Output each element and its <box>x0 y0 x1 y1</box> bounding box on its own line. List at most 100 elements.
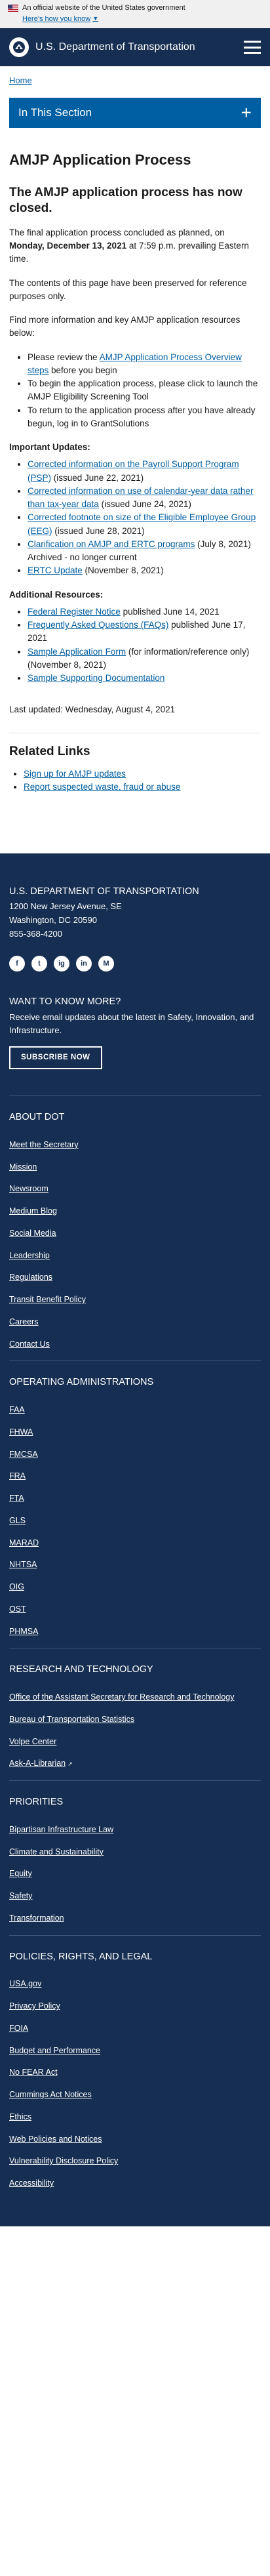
site-brand-link[interactable]: U.S. Department of Transportation <box>9 37 195 57</box>
footer-link[interactable]: Contact Us <box>9 1339 50 1349</box>
update-link[interactable]: Clarification on AMJP and ERTC programs <box>28 539 195 549</box>
closed-heading: The AMJP application process has now clo… <box>9 185 242 216</box>
update-note: (November 8, 2021) <box>82 565 164 576</box>
update-note: (issued June 22, 2021) <box>51 472 144 483</box>
footer-link[interactable]: USA.gov <box>9 1979 41 1988</box>
dot-seal-icon <box>9 37 29 57</box>
footer-section-title: OPERATING ADMINISTRATIONS <box>9 1377 154 1388</box>
list-item: Corrected footnote on size of the Eligib… <box>28 511 261 538</box>
footer-link[interactable]: Accessibility <box>9 2178 54 2188</box>
social-links: f t ig in M <box>9 955 261 971</box>
main-content: AMJP Application Process The AMJP applic… <box>0 128 270 794</box>
page-title: AMJP Application Process <box>9 151 191 168</box>
list-item: Federal Register Notice published June 1… <box>28 605 261 619</box>
twitter-icon[interactable]: t <box>31 955 47 971</box>
footer-link[interactable]: Mission <box>9 1162 37 1172</box>
footer-link[interactable]: Budget and Performance <box>9 2046 100 2055</box>
list-item: Sign up for AMJP updates <box>24 767 261 781</box>
footer-section-title: POLICIES, RIGHTS, AND LEGAL <box>9 1951 153 1962</box>
footer-link[interactable]: Newsroom <box>9 1184 48 1193</box>
footer-dept-name: U.S. DEPARTMENT OF TRANSPORTATION <box>9 886 199 897</box>
footer-link[interactable]: Leadership <box>9 1251 50 1260</box>
footer-link[interactable]: Medium Blog <box>9 1206 57 1216</box>
footer-link[interactable]: Privacy Policy <box>9 2001 60 2011</box>
footer-link[interactable]: Ask-A-Librarian <box>9 1759 66 1768</box>
resource-link[interactable]: Federal Register Notice <box>28 607 121 617</box>
instagram-icon[interactable]: ig <box>54 955 69 971</box>
report-fraud-link[interactable]: Report suspected waste, fraud or abuse <box>24 782 180 792</box>
list-item: Sample Application Form (for information… <box>28 645 261 672</box>
footer-link[interactable]: OST <box>9 1605 26 1614</box>
footer-link[interactable]: Cummings Act Notices <box>9 2090 92 2099</box>
list-item: Sample Supporting Documentation <box>28 672 261 685</box>
bullet-text: before you begin <box>48 365 117 375</box>
update-note: (issued June 24, 2021) <box>98 499 191 510</box>
list-item: Corrected information on the Payroll Sup… <box>28 458 261 485</box>
footer-link[interactable]: Climate and Sustainability <box>9 1847 104 1856</box>
updates-list: Corrected information on the Payroll Sup… <box>28 458 261 577</box>
footer-section-title: RESEARCH AND TECHNOLOGY <box>9 1664 153 1675</box>
address-line: Washington, DC 20590 <box>9 915 97 926</box>
footer-link[interactable]: Social Media <box>9 1229 56 1238</box>
footer-link[interactable]: FHWA <box>9 1427 33 1437</box>
facebook-icon[interactable]: f <box>9 955 25 971</box>
intro-text-start: The final application process concluded … <box>9 227 225 237</box>
footer-link[interactable]: NHTSA <box>9 1560 37 1569</box>
footer-link[interactable]: FMCSA <box>9 1450 38 1459</box>
footer-link[interactable]: Transit Benefit Policy <box>9 1295 86 1304</box>
footer-section-research: RESEARCH AND TECHNOLOGY Office of the As… <box>9 1648 261 1770</box>
footer-link[interactable]: OIG <box>9 1582 24 1591</box>
resource-link[interactable]: Sample Application Form <box>28 647 126 657</box>
related-links-list: Sign up for AMJP updates Report suspecte… <box>24 767 261 794</box>
in-this-section-toggle[interactable]: In This Section + <box>9 97 261 128</box>
footer-link[interactable]: FRA <box>9 1471 26 1481</box>
footer-link[interactable]: Regulations <box>9 1273 52 1282</box>
footer-link[interactable]: Bipartisan Infrastructure Law <box>9 1825 113 1834</box>
update-link[interactable]: ERTC Update <box>28 565 83 575</box>
footer-link[interactable]: Vulnerability Disclosure Policy <box>9 2156 118 2165</box>
footer-section-priorities: PRIORITIES Bipartisan Infrastructure Law… <box>9 1780 261 1925</box>
list-item: ERTC Update (November 8, 2021) <box>28 564 261 577</box>
phone-number: 855-368-4200 <box>9 928 62 939</box>
footer-link[interactable]: Careers <box>9 1317 38 1326</box>
footer-link[interactable]: Ethics <box>9 2112 31 2121</box>
plus-icon: + <box>241 102 252 123</box>
resource-link[interactable]: Frequently Asked Questions (FAQs) <box>28 620 168 630</box>
list-item: To begin the application process, please… <box>28 377 261 404</box>
linkedin-icon[interactable]: in <box>76 955 92 971</box>
list-item: Frequently Asked Questions (FAQs) publis… <box>28 619 261 645</box>
footer-link[interactable]: Meet the Secretary <box>9 1140 79 1149</box>
resources-list: Federal Register Notice published June 1… <box>28 605 261 685</box>
how-you-know-link[interactable]: Here's how you know ▼ <box>22 14 98 25</box>
want-to-know-text: Receive email updates about the latest i… <box>9 1012 254 1035</box>
footer-link[interactable]: Volpe Center <box>9 1737 56 1746</box>
footer-link[interactable]: Office of the Assistant Secretary for Re… <box>9 1692 234 1702</box>
footer-link[interactable]: Safety <box>9 1891 32 1900</box>
intro-date: Monday, December 13, 2021 <box>9 241 127 251</box>
additional-resources-heading: Additional Resources: <box>9 589 104 600</box>
footer-link[interactable]: Web Policies and Notices <box>9 2135 102 2144</box>
menu-icon[interactable] <box>244 41 261 54</box>
official-website-text: An official website of the United States… <box>22 4 185 12</box>
footer-link[interactable]: Transformation <box>9 1913 64 1923</box>
external-link-icon: ↗ <box>68 1761 73 1768</box>
subscribe-button[interactable]: SUBSCRIBE NOW <box>9 1046 102 1070</box>
footer-link[interactable]: Bureau of Transportation Statistics <box>9 1715 134 1724</box>
find-more-paragraph: Find more information and key AMJP appli… <box>9 315 241 338</box>
footer-link[interactable]: FAA <box>9 1405 25 1414</box>
footer-link[interactable]: FTA <box>9 1494 24 1503</box>
sign-up-updates-link[interactable]: Sign up for AMJP updates <box>24 769 126 779</box>
footer-link[interactable]: PHMSA <box>9 1627 38 1636</box>
footer-link[interactable]: GLS <box>9 1516 26 1525</box>
resource-link[interactable]: Sample Supporting Documentation <box>28 673 164 683</box>
footer-link[interactable]: No FEAR Act <box>9 2068 58 2077</box>
footer-link[interactable]: MARAD <box>9 1538 39 1547</box>
footer-link[interactable]: Equity <box>9 1869 32 1878</box>
us-flag-icon <box>8 4 18 12</box>
bullet-text: Please review the <box>28 352 100 362</box>
related-links-heading: Related Links <box>9 744 90 758</box>
breadcrumb-home-link[interactable]: Home <box>9 75 32 85</box>
footer-link[interactable]: FOIA <box>9 2024 28 2033</box>
medium-icon[interactable]: M <box>98 955 114 971</box>
last-updated: Last updated: Wednesday, August 4, 2021 <box>9 705 176 715</box>
